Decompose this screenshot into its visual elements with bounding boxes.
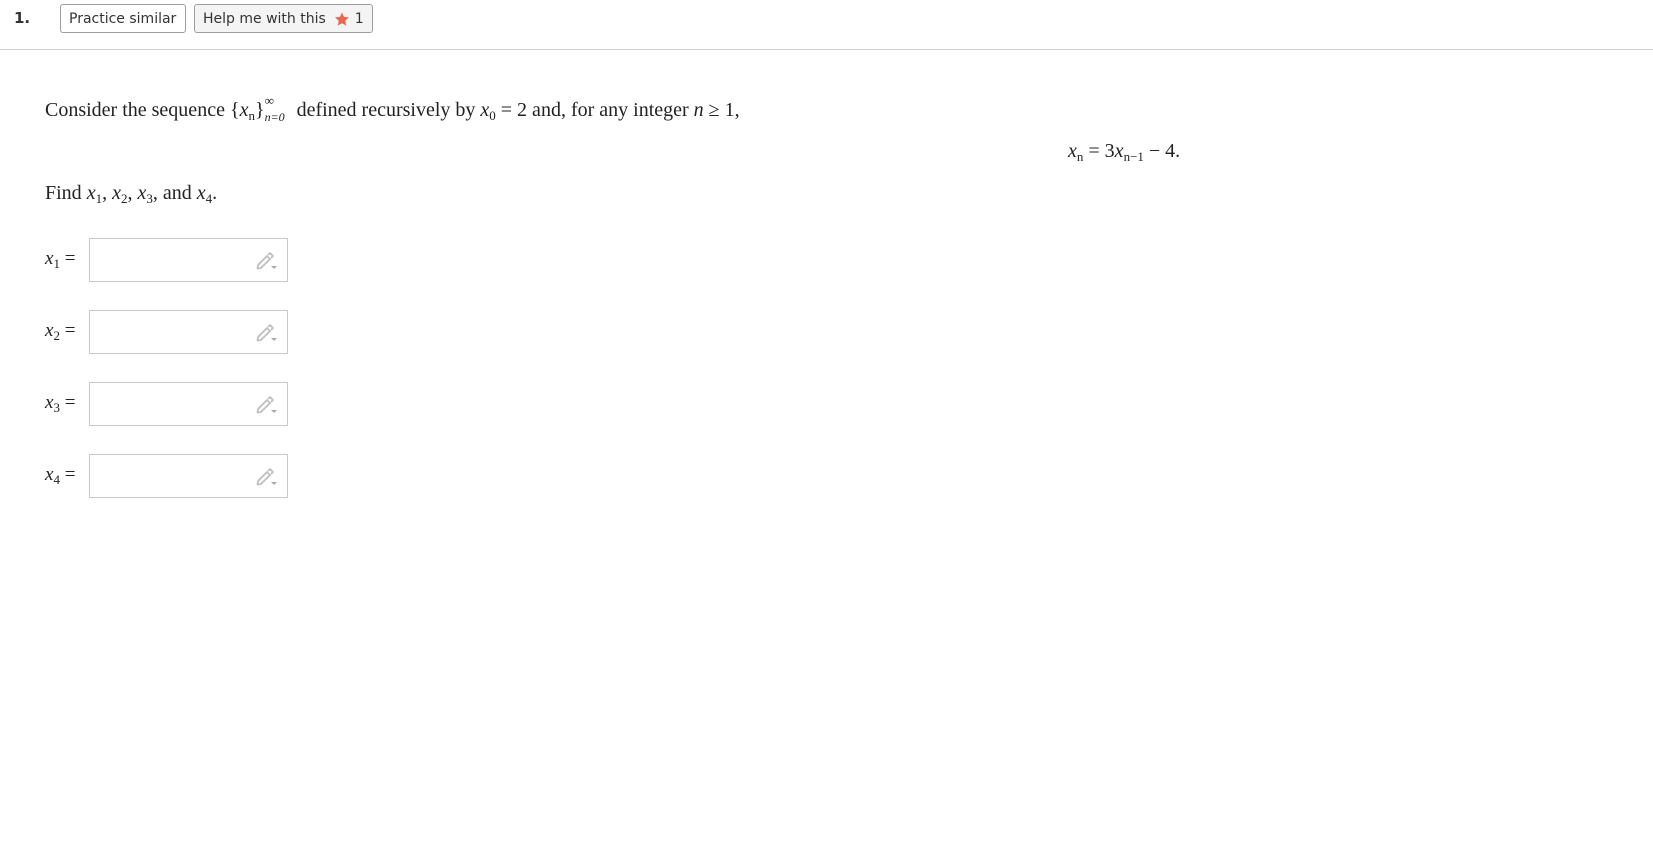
intro-prefix-text: Consider the sequence [45,99,225,121]
intro-mid-text: defined recursively by [296,99,476,121]
find-item-x1: x1, [86,182,108,206]
answer-label-x4: x4 = [45,464,76,487]
pencil-dropdown-icon[interactable] [255,395,277,415]
help-me-label: Help me with this [203,10,326,27]
answer-row-x1: x1 = [45,238,288,282]
init-var: x [480,99,490,121]
question-toolbar: 1. Practice similar Help me with this 1 [0,0,1653,50]
integer-condition-text: ≥ 1, [708,99,740,121]
star-icon [334,11,349,26]
answer-input-x2[interactable] [89,310,288,354]
answer-label-x2: x2 = [45,320,76,343]
practice-similar-button[interactable]: Practice similar [60,4,186,33]
answer-row-x2: x2 = [45,310,288,354]
find-instruction: Find x1, x2, x3, and x4. [45,182,217,207]
recurrence-equation: xn = 3xn−1 − 4. [1068,140,1181,164]
find-item-x4: x4. [196,182,218,206]
answer-row-x4: x4 = [45,454,288,498]
problem-intro: Consider the sequence {xn} ∞ n=0 defined r… [45,93,740,125]
help-count: 1 [354,10,364,27]
init-sub: 0 [489,108,496,123]
answer-input-x1[interactable] [89,238,288,282]
answer-label-x1: x1 = [45,248,76,271]
answer-label-x3: x3 = [45,392,76,415]
question-number: 1. [14,9,31,27]
integer-var: n [693,99,704,121]
pencil-dropdown-icon[interactable] [255,251,277,271]
answer-input-x4[interactable] [89,454,288,498]
pencil-dropdown-icon[interactable] [255,323,277,343]
pencil-dropdown-icon[interactable] [255,467,277,487]
answer-row-x3: x3 = [45,382,288,426]
sequence-notation: {xn} ∞ n=0 [229,93,285,125]
init-rest-text: = 2 and, for any integer [500,99,689,121]
find-item-x3: x3, and [137,182,192,206]
find-item-x2: x2, [112,182,133,206]
find-prefix-text: Find [45,182,82,204]
answer-input-x3[interactable] [89,382,288,426]
help-me-button[interactable]: Help me with this 1 [194,4,373,33]
practice-similar-label: Practice similar [69,10,177,27]
